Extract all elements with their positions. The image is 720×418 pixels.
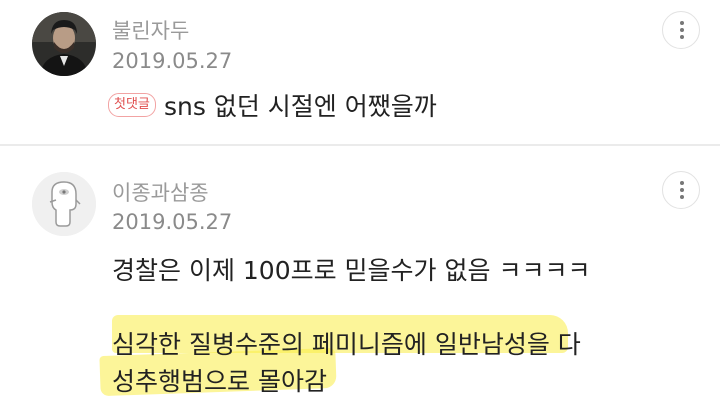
more-options-button[interactable] xyxy=(662,171,700,209)
comment-text-line: 성추행범으로 몰아감 xyxy=(112,367,327,396)
comment-date: 2019.05.27 xyxy=(112,210,233,234)
default-character-avatar-icon xyxy=(32,172,96,236)
comment-item: 이종과삼종 2019.05.27 경찰은 이제 100프로 믿을수가 없음 ㅋㅋ… xyxy=(0,0,720,418)
comment-username[interactable]: 이종과삼종 xyxy=(112,177,209,207)
avatar[interactable] xyxy=(32,172,96,236)
vertical-ellipsis-icon xyxy=(680,181,684,185)
comment-text-line: 경찰은 이제 100프로 믿을수가 없음 ㅋㅋㅋㅋ xyxy=(112,256,591,285)
comment-text-line: 심각한 질병수준의 페미니즘에 일반남성을 다 xyxy=(112,330,581,359)
